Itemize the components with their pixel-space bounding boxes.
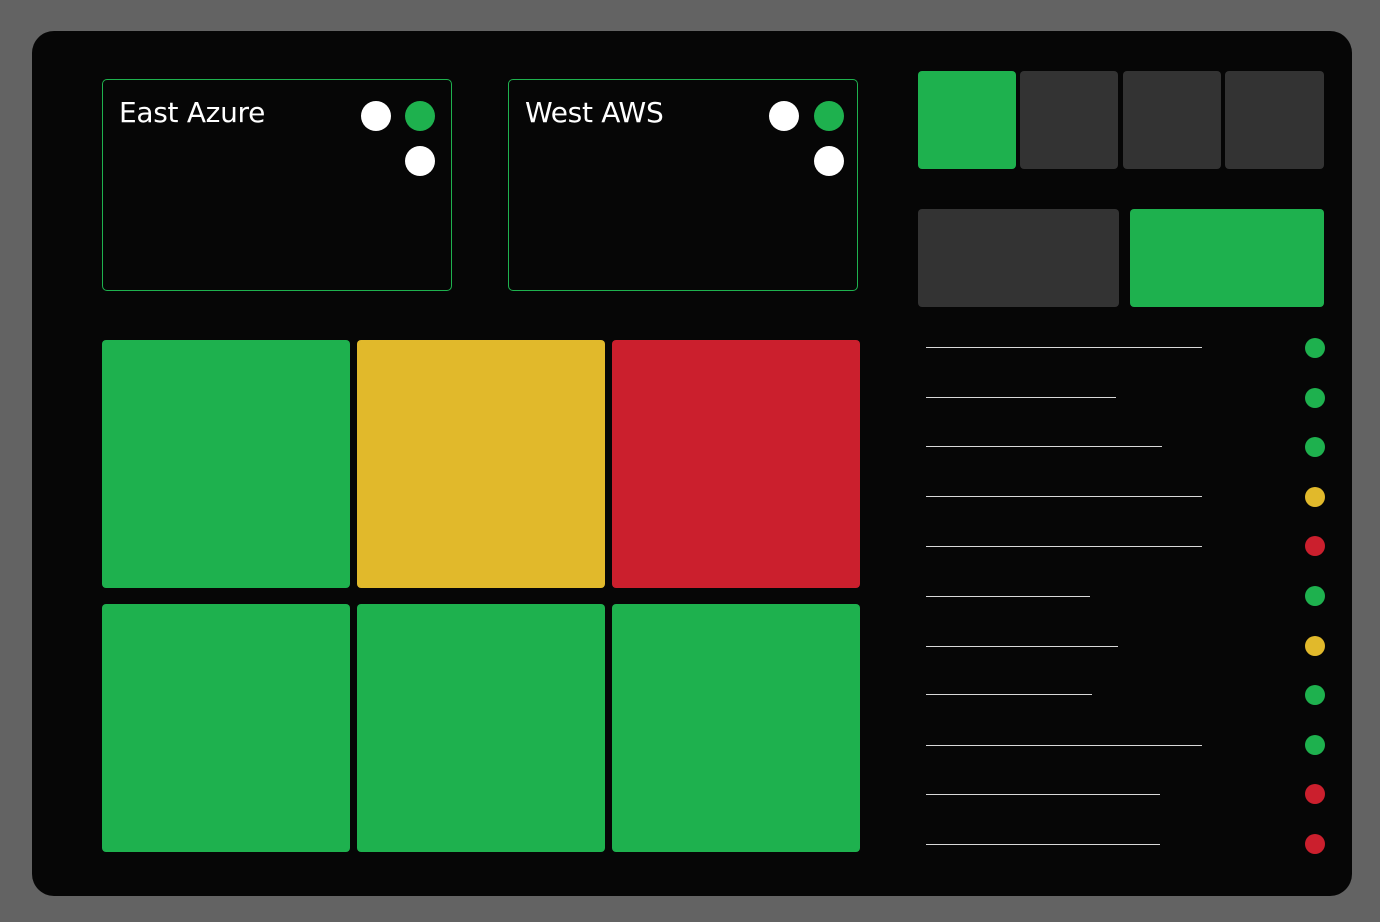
list-item-line (926, 397, 1116, 399)
list-item-line (926, 347, 1202, 349)
status-indicator (1305, 834, 1325, 854)
view-selector-segment[interactable] (1225, 71, 1324, 169)
list-item-line (926, 446, 1162, 448)
status-indicator (1305, 536, 1325, 556)
status-dot (405, 101, 435, 131)
status-indicator (1305, 338, 1325, 358)
status-dot (361, 101, 391, 131)
status-indicator (1305, 735, 1325, 755)
region-card-west-aws[interactable]: West AWS (508, 79, 858, 291)
status-tile[interactable] (102, 604, 350, 852)
dashboard-screen: East Azure West AWS (32, 31, 1352, 896)
list-item-line (926, 546, 1202, 548)
view-selector-segment[interactable] (918, 71, 1016, 169)
status-tile[interactable] (612, 340, 860, 588)
list-item-line (926, 794, 1160, 796)
status-dot (814, 101, 844, 131)
status-tile[interactable] (357, 604, 605, 852)
status-indicator (1305, 636, 1325, 656)
status-dot (769, 101, 799, 131)
status-indicator (1305, 685, 1325, 705)
status-indicator (1305, 437, 1325, 457)
view-selector-segment[interactable] (1020, 71, 1118, 169)
status-tile[interactable] (612, 604, 860, 852)
status-dot (405, 146, 435, 176)
status-tile[interactable] (102, 340, 350, 588)
toggle-segment[interactable] (918, 209, 1119, 307)
list-item-line (926, 646, 1118, 648)
toggle-segment[interactable] (1130, 209, 1324, 307)
region-title: West AWS (525, 96, 664, 129)
status-indicator (1305, 784, 1325, 804)
list-item-line (926, 496, 1202, 498)
region-title: East Azure (119, 96, 266, 129)
status-indicator (1305, 586, 1325, 606)
status-indicator (1305, 388, 1325, 408)
view-selector-segment[interactable] (1123, 71, 1221, 169)
list-item-line (926, 596, 1090, 598)
status-dot (814, 146, 844, 176)
status-indicator (1305, 487, 1325, 507)
list-item-line (926, 694, 1092, 696)
region-card-east-azure[interactable]: East Azure (102, 79, 452, 291)
status-tile[interactable] (357, 340, 605, 588)
list-item-line (926, 844, 1160, 846)
list-item-line (926, 745, 1202, 747)
